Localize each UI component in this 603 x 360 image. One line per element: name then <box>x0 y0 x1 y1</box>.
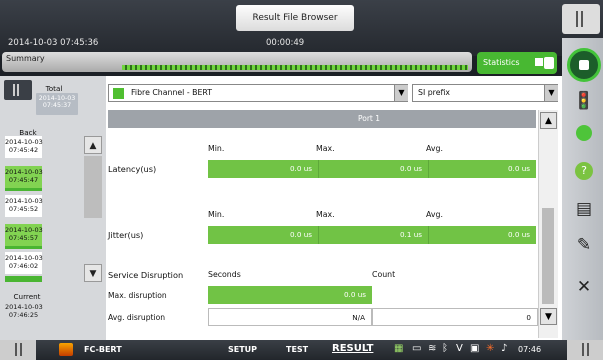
protocol-color-icon <box>113 88 124 99</box>
app-name[interactable]: FC-BERT <box>84 345 122 354</box>
stop-test-button[interactable] <box>567 48 601 82</box>
total-button[interactable]: 2014-10-03 07:45:37 <box>36 93 78 115</box>
latency-avg-header: Avg. <box>426 144 443 153</box>
screenshot-icon[interactable]: ▣ <box>470 343 479 354</box>
history-entry-5[interactable]: 2014-10-03 07:46:02 <box>5 252 43 274</box>
current-time: 2014-10-03 07:46:25 <box>5 303 43 319</box>
jitter-min-header: Min. <box>208 210 225 219</box>
history-scroll-track[interactable] <box>84 156 102 218</box>
jitter-avg-header: Avg. <box>426 210 443 219</box>
bottom-left-grip-handle[interactable] <box>0 340 36 360</box>
avg-disruption-label: Avg. disruption <box>108 313 166 322</box>
bottom-right-grip-handle[interactable] <box>567 340 603 360</box>
protocol-dropdown-arrow-icon[interactable]: ▼ <box>394 85 408 101</box>
setup-tab[interactable]: SETUP <box>228 345 257 354</box>
power-icon: ✳ <box>486 343 495 354</box>
jitter-max-header: Max. <box>316 210 335 219</box>
prefix-select-value: SI prefix <box>418 88 451 97</box>
statistics-label: Statistics <box>483 58 520 67</box>
total-label: Total <box>45 84 63 93</box>
protocol-select-value: Fibre Channel - BERT <box>131 88 213 97</box>
disruption-seconds-header: Seconds <box>208 270 241 279</box>
statistics-switch-icon <box>544 57 554 69</box>
max-disruption-value: 0.0 us <box>208 286 372 304</box>
prefix-select[interactable]: SI prefix <box>412 84 558 102</box>
history-divider <box>5 246 42 249</box>
app-icon[interactable] <box>59 343 73 356</box>
top-right-grip-handle[interactable] <box>562 4 600 34</box>
latency-min-header: Min. <box>208 144 225 153</box>
window-title[interactable]: Result File Browser <box>236 5 354 31</box>
report-icon[interactable]: ▤ <box>571 196 597 222</box>
disruption-count-header: Count <box>372 270 396 279</box>
summary-progress-fill <box>122 65 468 70</box>
max-disruption-label: Max. disruption <box>108 291 167 300</box>
results-scroll-thumb[interactable] <box>542 208 554 304</box>
prefix-dropdown-arrow-icon[interactable]: ▼ <box>544 85 558 101</box>
summary-progress-track <box>122 65 468 70</box>
test-tab[interactable]: TEST <box>286 345 308 354</box>
history-scroll-up-button[interactable]: ▲ <box>84 136 102 154</box>
bluetooth-icon: ᛒ <box>442 343 448 354</box>
latency-avg-value: 0.0 us <box>428 160 536 178</box>
latency-label: Latency(us) <box>108 164 157 174</box>
port-header: Port 1 <box>108 110 536 128</box>
help-icon[interactable]: ? <box>571 158 597 184</box>
history-entry-2[interactable]: 2014-10-03 07:45:47 <box>5 166 43 188</box>
history-entry-3[interactable]: 2014-10-03 07:45:52 <box>5 195 43 217</box>
clock: 07:46 <box>518 345 542 354</box>
avg-disruption-value: N/A <box>208 308 372 326</box>
status-led-icon[interactable] <box>571 120 597 146</box>
jitter-label: Jitter(us) <box>108 230 144 240</box>
history-scroll-down-button[interactable]: ▼ <box>84 264 102 282</box>
result-tab[interactable]: RESULT <box>332 343 373 354</box>
protocol-select[interactable]: Fibre Channel - BERT <box>108 84 408 102</box>
close-icon[interactable]: ✕ <box>571 274 597 300</box>
jitter-min-value: 0.0 us <box>208 226 318 244</box>
service-disruption-label: Service Disruption <box>108 270 184 280</box>
statistics-toggle[interactable]: Statistics <box>477 52 557 74</box>
traffic-light-icon[interactable]: 🚦 <box>571 88 597 114</box>
wifi-icon: ≋ <box>428 343 437 354</box>
latency-max-header: Max. <box>316 144 335 153</box>
jitter-avg-value: 0.0 us <box>428 226 536 244</box>
left-grip-handle[interactable] <box>4 80 32 100</box>
volume-icon[interactable]: ♪ <box>501 343 507 354</box>
latency-max-value: 0.0 us <box>318 160 428 178</box>
jitter-max-value: 0.1 us <box>318 226 428 244</box>
results-scroll-up-button[interactable]: ▲ <box>540 112 557 129</box>
elapsed-time: 00:00:49 <box>266 38 305 48</box>
network-icon[interactable]: ▦ <box>394 343 403 354</box>
battery-icon: ▭ <box>412 343 422 354</box>
summary-label: Summary <box>6 54 45 63</box>
results-scroll-down-button[interactable]: ▼ <box>540 308 557 325</box>
latency-min-value: 0.0 us <box>208 160 318 178</box>
timestamp: 2014-10-03 07:45:36 <box>8 38 99 48</box>
current-label: Current <box>13 292 41 301</box>
statistics-indicator-icon <box>535 58 543 66</box>
history-entry-4[interactable]: 2014-10-03 07:45:57 <box>5 224 43 246</box>
disruption-count-value: 0 <box>372 308 538 326</box>
vnc-icon: V <box>456 343 463 354</box>
history-divider <box>5 276 42 282</box>
history-divider <box>5 188 42 191</box>
port-label: Port 1 <box>358 114 381 123</box>
edit-notes-icon[interactable]: ✎ <box>571 232 597 258</box>
summary-bar[interactable]: Summary <box>2 52 472 72</box>
history-entry-1[interactable]: 2014-10-03 07:45:42 <box>5 136 43 158</box>
